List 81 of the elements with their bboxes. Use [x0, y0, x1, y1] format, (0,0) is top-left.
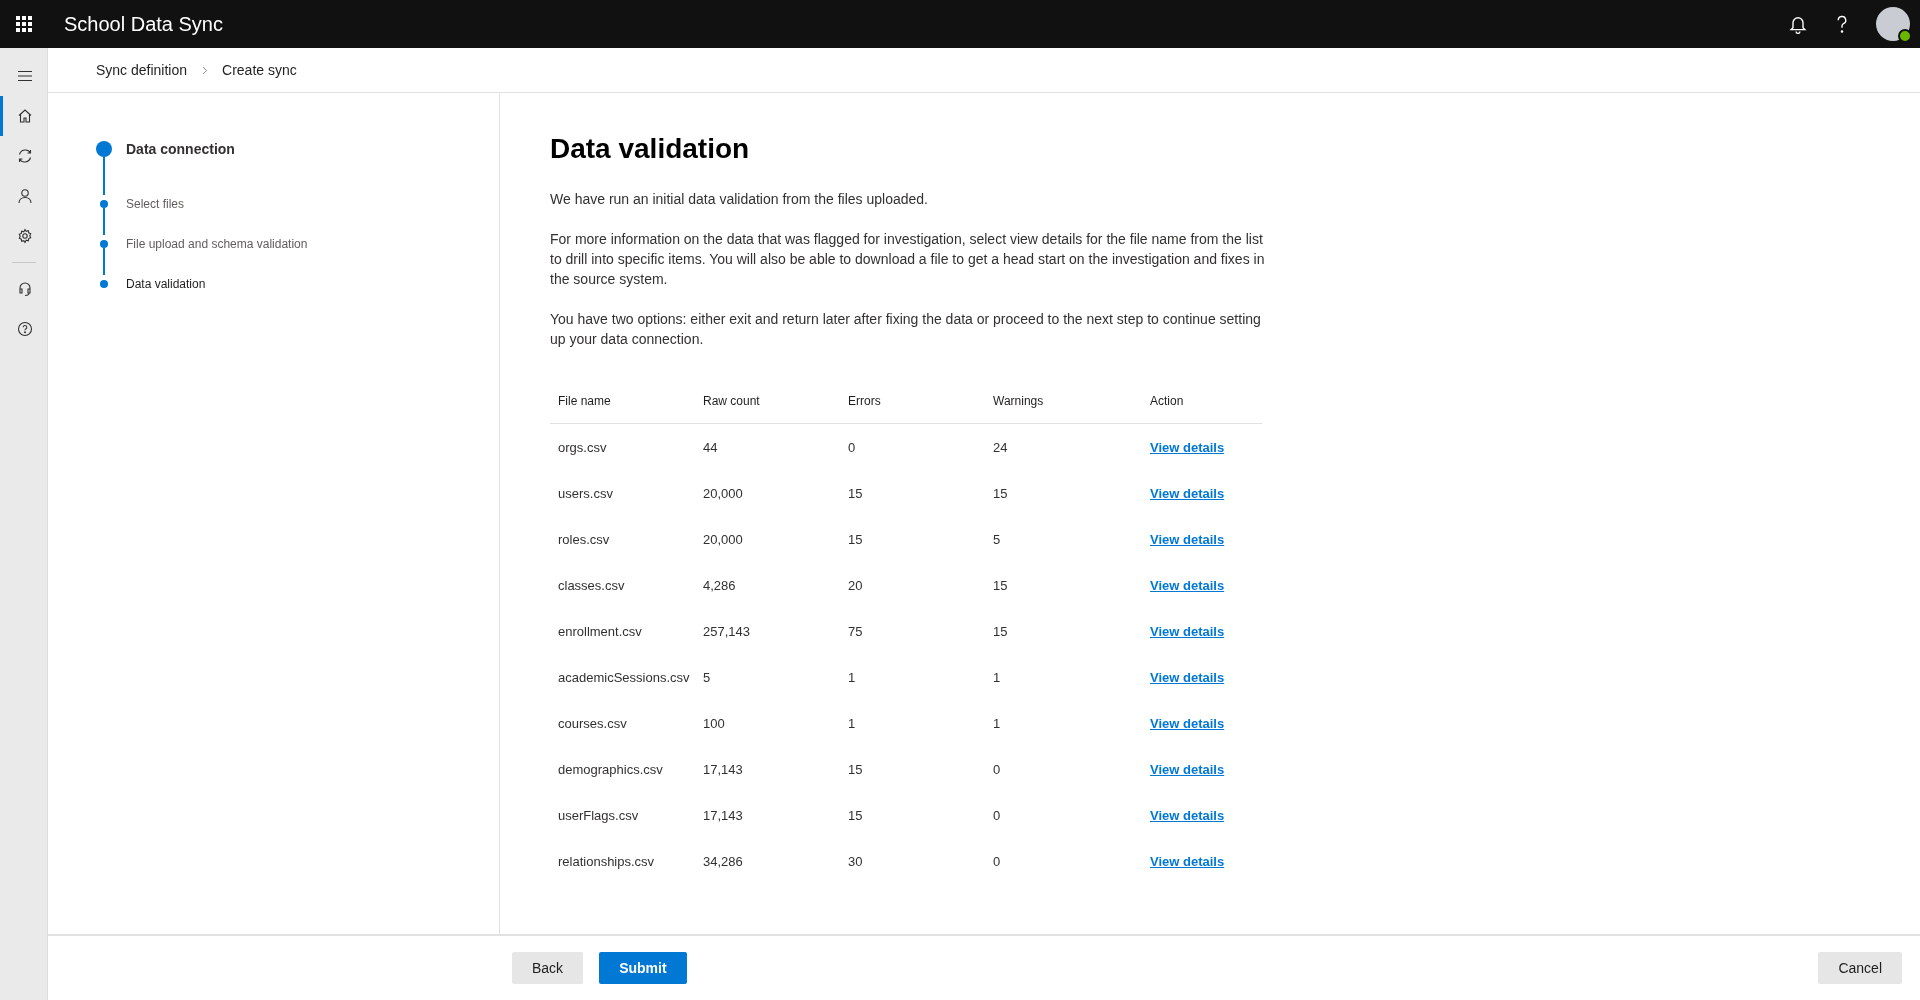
back-button[interactable]: Back [512, 952, 584, 984]
view-details-link[interactable]: View details [1150, 439, 1225, 455]
table-cell: 100 [703, 715, 725, 731]
submit-button[interactable]: Submit [599, 952, 687, 984]
table-cell: 257,143 [703, 623, 750, 639]
table-cell: 30 [848, 853, 863, 869]
headset-icon [17, 281, 33, 297]
table-cell: 1 [848, 715, 856, 731]
table-cell: 15 [993, 577, 1008, 593]
table-cell: 15 [993, 623, 1008, 639]
step-label: Select files [126, 196, 185, 213]
menu-icon [17, 68, 33, 84]
table-cell: 34,286 [703, 853, 743, 869]
description-paragraph: You have two options: either exit and return later after fixing the data or proceed to the next step to continue setting up your data connection. [550, 310, 1262, 349]
home-icon [17, 108, 33, 124]
column-header: File name [550, 379, 695, 424]
table-cell: 0 [848, 439, 856, 455]
app-launcher-icon[interactable] [16, 16, 32, 32]
step-dot [100, 280, 108, 288]
view-details-link[interactable]: View details [1150, 623, 1225, 639]
table-cell: 4,286 [703, 577, 736, 593]
table-cell: 1 [848, 669, 856, 685]
view-details-link[interactable]: View details [1150, 853, 1225, 869]
page-title: Data validation [550, 133, 751, 165]
cancel-button[interactable]: Cancel [1818, 952, 1902, 984]
table-cell: userFlags.csv [558, 807, 639, 823]
table-cell: 20,000 [703, 531, 743, 547]
view-details-link[interactable]: View details [1150, 485, 1225, 501]
table-cell: academicSessions.csv [558, 669, 690, 685]
table-cell: roles.csv [558, 531, 610, 547]
table-cell: 0 [993, 853, 1001, 869]
help-icon [17, 321, 33, 337]
column-header: Action [1142, 379, 1262, 424]
view-details-link[interactable]: View details [1150, 669, 1225, 685]
table-cell: demographics.csv [558, 761, 663, 777]
table-cell: 0 [993, 807, 1001, 823]
table-cell: 20,000 [703, 485, 743, 501]
table-cell: 24 [993, 439, 1008, 455]
table-cell: 1 [993, 669, 1001, 685]
person-icon [17, 188, 33, 204]
view-details-link[interactable]: View details [1150, 577, 1225, 593]
table-cell: 44 [703, 439, 718, 455]
view-details-link[interactable]: View details [1150, 761, 1225, 777]
table-cell: 20 [848, 577, 863, 593]
table-cell: 17,143 [703, 761, 743, 777]
table-cell: courses.csv [558, 715, 627, 731]
settings-icon [17, 228, 33, 244]
description-paragraph: We have run an initial data validation from the files uploaded. [550, 190, 929, 209]
table-cell: enrollment.csv [558, 623, 642, 639]
table-cell: 15 [848, 531, 863, 547]
view-details-link[interactable]: View details [1150, 715, 1225, 731]
breadcrumb-link[interactable]: Create sync [222, 62, 297, 78]
app-title: School Data Sync [64, 12, 224, 36]
table-cell: 0 [993, 761, 1001, 777]
column-header: Raw count [695, 379, 840, 424]
user-avatar[interactable] [1876, 7, 1910, 41]
table-cell: 15 [848, 485, 863, 501]
step-title: Data connection [126, 141, 235, 157]
description-paragraph: For more information on the data that was flagged for investigation, select view details for the file name from the list to drill into specific items. You will also be able to download a file to get a head start on the investigation and fixes in the source system. [550, 230, 1266, 289]
table-cell: 15 [848, 761, 863, 777]
notification-bell-icon [1788, 14, 1808, 34]
column-header: Errors [840, 379, 985, 424]
table-cell: 15 [993, 485, 1008, 501]
table-cell: 17,143 [703, 807, 743, 823]
view-details-link[interactable]: View details [1150, 807, 1225, 823]
sync-icon [17, 148, 33, 164]
table-cell: 75 [848, 623, 863, 639]
table-cell: relationships.csv [558, 853, 655, 869]
table-cell: 5 [993, 531, 1001, 547]
table-cell: classes.csv [558, 577, 625, 593]
table-cell: 15 [848, 807, 863, 823]
step-label: File upload and schema validation [126, 236, 308, 253]
presence-dot [1898, 29, 1912, 43]
table-cell: 5 [703, 669, 711, 685]
table-cell: users.csv [558, 485, 613, 501]
breadcrumb-link[interactable]: Sync definition [96, 62, 188, 78]
column-header: Warnings [985, 379, 1142, 424]
table-cell: 1 [993, 715, 1001, 731]
view-details-link[interactable]: View details [1150, 531, 1225, 547]
step-label: Data validation [126, 276, 206, 293]
table-cell: orgs.csv [558, 439, 607, 455]
